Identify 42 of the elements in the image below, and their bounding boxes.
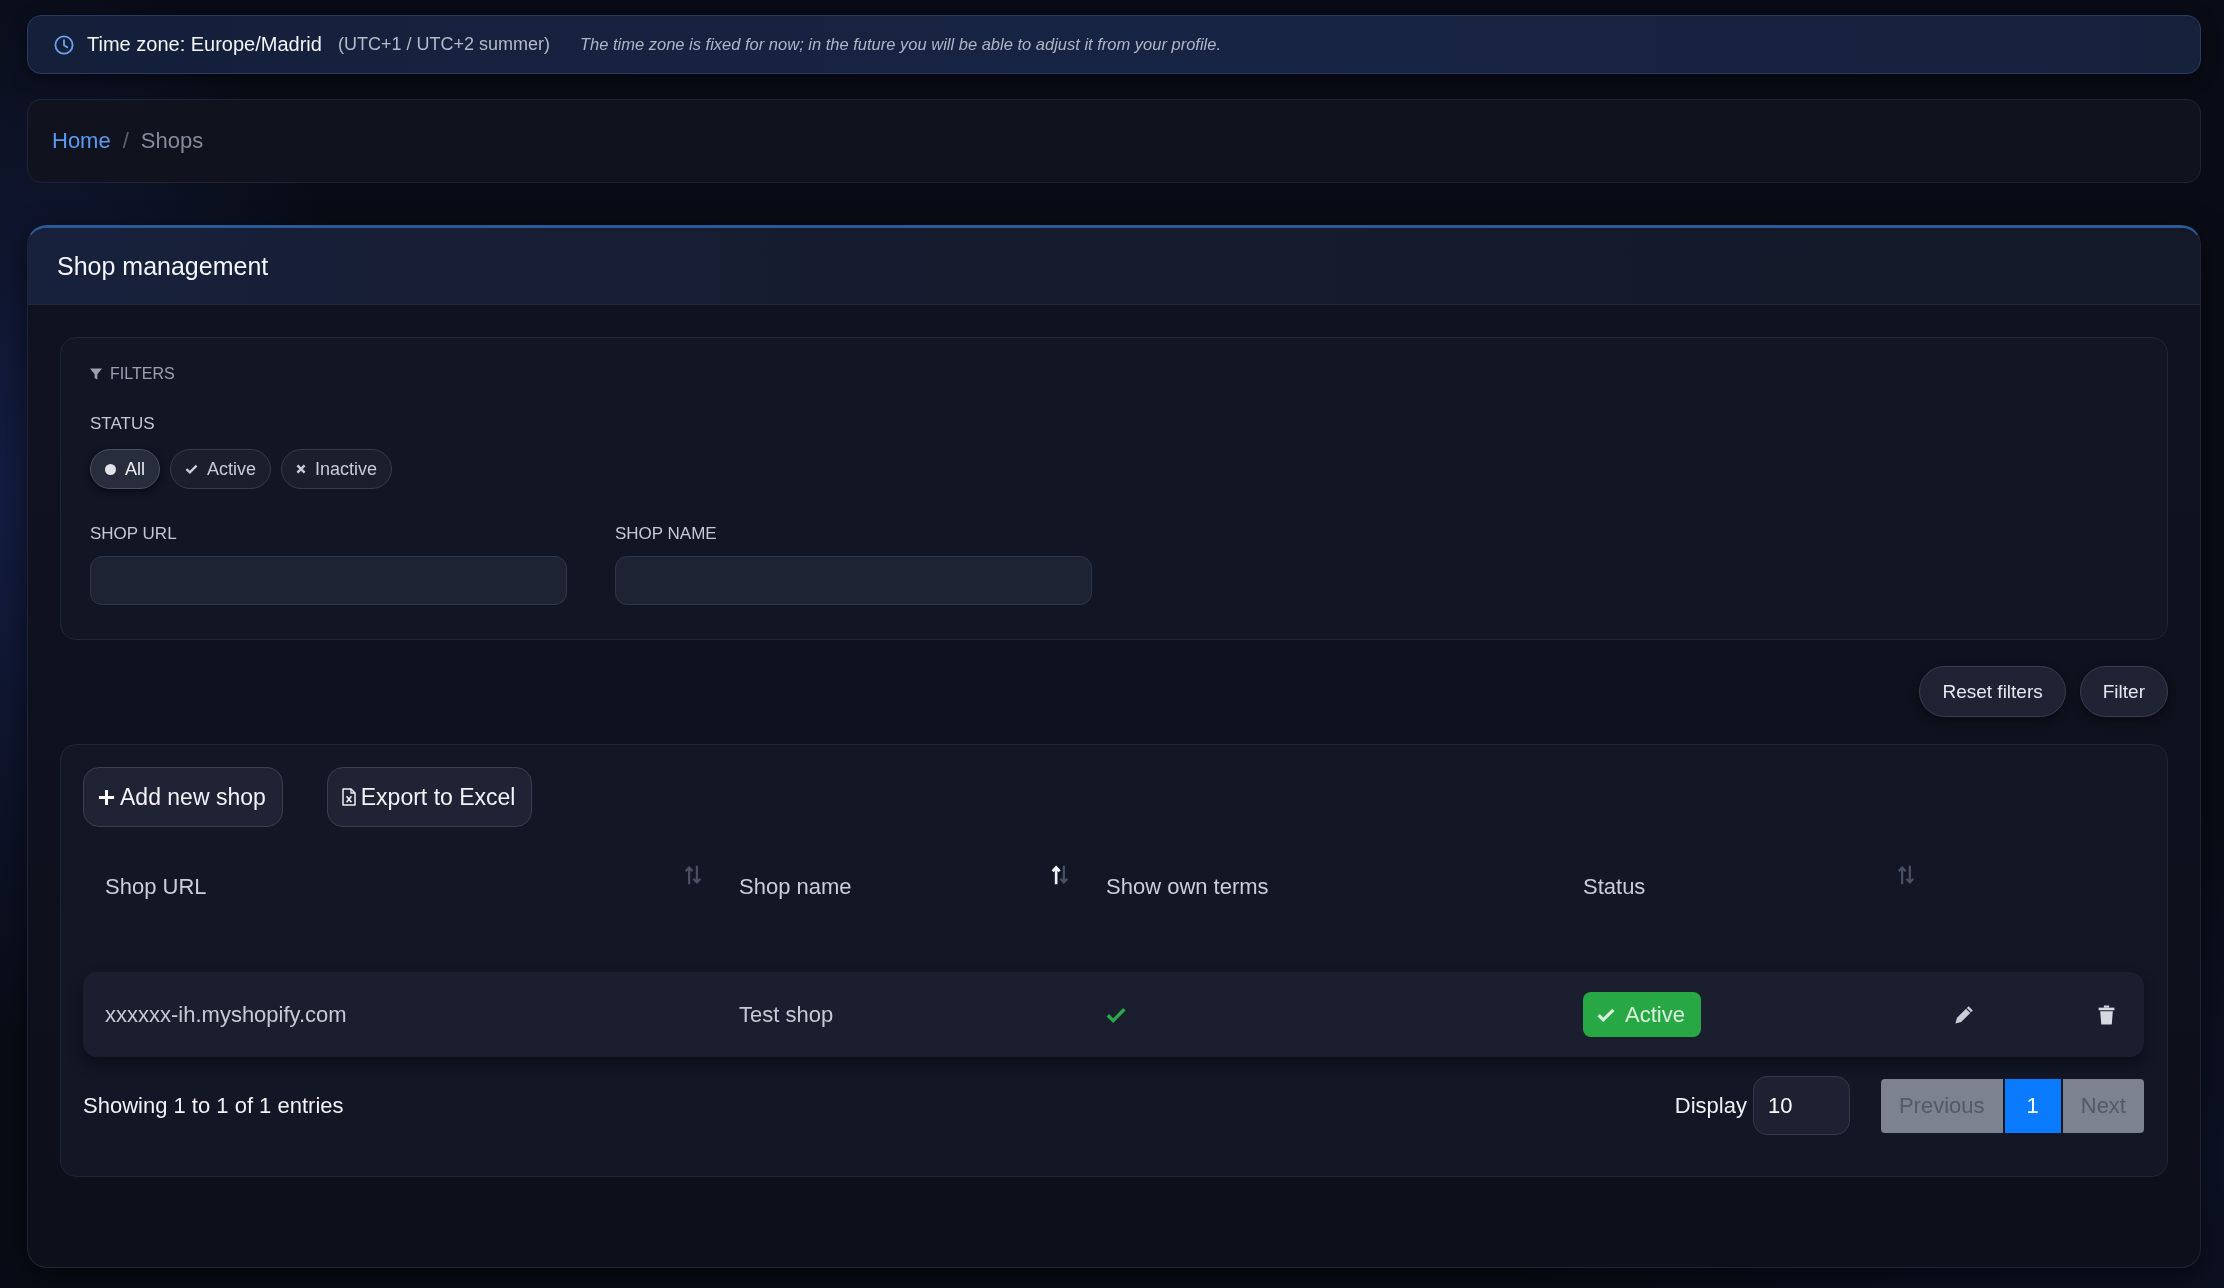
- page-button[interactable]: 1: [2004, 1078, 2061, 1133]
- timezone-note: The time zone is fixed for now; in the future you will be able to adjust it from your profile.: [579, 35, 1221, 54]
- trash-icon[interactable]: [2098, 1004, 2115, 1025]
- text-input-field[interactable]: [90, 556, 567, 605]
- filter-icon: [90, 368, 102, 380]
- breadcrumb-link[interactable]: Home: [52, 128, 111, 154]
- check-icon: [1597, 1007, 1615, 1022]
- column-header: Status: [1583, 874, 1646, 900]
- filters-heading: FILTERS: [110, 365, 175, 383]
- page-size-label: Display: [1674, 1092, 1747, 1119]
- cross-icon: [296, 464, 307, 474]
- shop-name-cell: Test shop: [739, 1001, 834, 1028]
- sort-icon[interactable]: [1051, 864, 1069, 886]
- reset-filters-button[interactable]: Reset filters: [1919, 666, 2066, 717]
- status-filter-chip[interactable]: Active: [170, 449, 272, 489]
- field-label: SHOP NAME: [615, 524, 717, 544]
- status-filter-chip[interactable]: All: [90, 449, 160, 489]
- shop-url-cell: xxxxxx-ih.myshopify.com: [105, 1001, 347, 1028]
- field-label: SHOP URL: [90, 524, 177, 544]
- timezone-offset: (UTC+1 / UTC+2 summer): [337, 34, 550, 55]
- plus-icon: [98, 788, 115, 806]
- status-filter-chip[interactable]: Inactive: [281, 449, 393, 489]
- check-icon: [185, 464, 198, 474]
- clock-icon: [54, 34, 74, 55]
- entries-summary: Showing 1 to 1 of 1 entries: [83, 1092, 344, 1119]
- column-header: Shop name: [739, 874, 852, 900]
- filter-button[interactable]: Filter: [2079, 666, 2168, 717]
- text-input-field[interactable]: [615, 556, 1092, 605]
- column-header: Shop URL: [105, 874, 207, 900]
- breadcrumb-separator: /: [122, 128, 129, 154]
- status-label: STATUS: [90, 414, 155, 434]
- column-header: Show own terms: [1106, 874, 1269, 900]
- export-button[interactable]: Export to Excel: [326, 767, 533, 827]
- spreadsheet-file-icon: [341, 788, 356, 806]
- dot-icon: [105, 463, 116, 475]
- pencil-icon[interactable]: [1954, 1004, 1974, 1025]
- page-size-field[interactable]: 10: [1752, 1076, 1850, 1135]
- add-button[interactable]: Add new shop: [83, 767, 283, 827]
- card-title: Shop management: [57, 251, 269, 281]
- status-text: Active: [1625, 1001, 1685, 1028]
- timezone-title: Time zone: Europe/Madrid: [87, 33, 322, 56]
- breadcrumb-current: Shops: [140, 128, 204, 154]
